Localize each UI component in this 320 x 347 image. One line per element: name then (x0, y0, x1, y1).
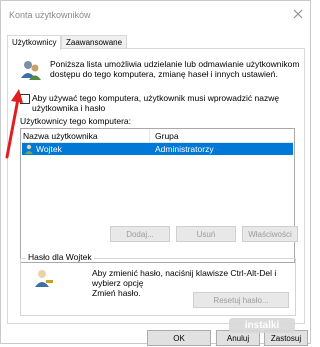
row-group: Administratorzy (155, 144, 214, 154)
reset-password-button[interactable]: Resetuj hasło... (193, 292, 289, 308)
tab-advanced[interactable]: Zaawansowane (61, 35, 128, 49)
require-password-label: Aby używać tego komputera, użytkownik mu… (32, 93, 279, 113)
remove-button[interactable]: Usuń (176, 226, 236, 242)
tab-users-label: Użytkownicy (12, 38, 57, 47)
users-icon (21, 61, 41, 80)
watermark: instalki (229, 318, 295, 333)
password-info-line-1: Aby zmienić hasło, naciśnij klawisze Ctr… (92, 268, 277, 288)
user-key-icon (35, 270, 53, 287)
add-button[interactable]: Dodaj... (110, 226, 170, 242)
intro-line-1: Poniższa lista umożliwia udzielanie lub … (50, 59, 300, 69)
window-title: Konta użytkowników (9, 10, 91, 20)
table-row[interactable]: Wojtek Administratorzy (22, 143, 293, 155)
users-section-label: Użytkownicy tego komputera: (20, 116, 132, 126)
column-divider (149, 129, 150, 142)
intro-line-2: dostępu do tego komputera, zmianę haseł … (50, 69, 278, 79)
column-header-username[interactable]: Nazwa użytkownika (23, 131, 98, 141)
column-header-group[interactable]: Grupa (155, 131, 179, 141)
annotation-arrow-icon (5, 89, 23, 159)
title-bar: Konta użytkowników (1, 1, 311, 27)
tab-advanced-label: Zaawansowane (66, 38, 123, 47)
tab-users[interactable]: Użytkownicy (7, 35, 62, 50)
ok-button[interactable]: OK (147, 330, 211, 346)
list-header: Nazwa użytkownika Grupa (21, 129, 294, 143)
users-tab-panel: Poniższa lista umożliwia udzielanie lub … (7, 48, 305, 324)
password-group-title: Hasło dla Wojtek (26, 252, 94, 262)
user-accounts-dialog: Konta użytkowników Użytkownicy Zaawansow… (0, 0, 311, 346)
require-password-line-2: użytkownika i hasło (32, 103, 106, 113)
row-username: Wojtek (36, 144, 62, 154)
require-password-line-1: Aby używać tego komputera, użytkownik mu… (32, 93, 280, 103)
intro-text: Poniższa lista umożliwia udzielanie lub … (50, 59, 299, 79)
properties-button[interactable]: Właściwości (242, 226, 298, 242)
close-icon[interactable] (291, 7, 305, 21)
